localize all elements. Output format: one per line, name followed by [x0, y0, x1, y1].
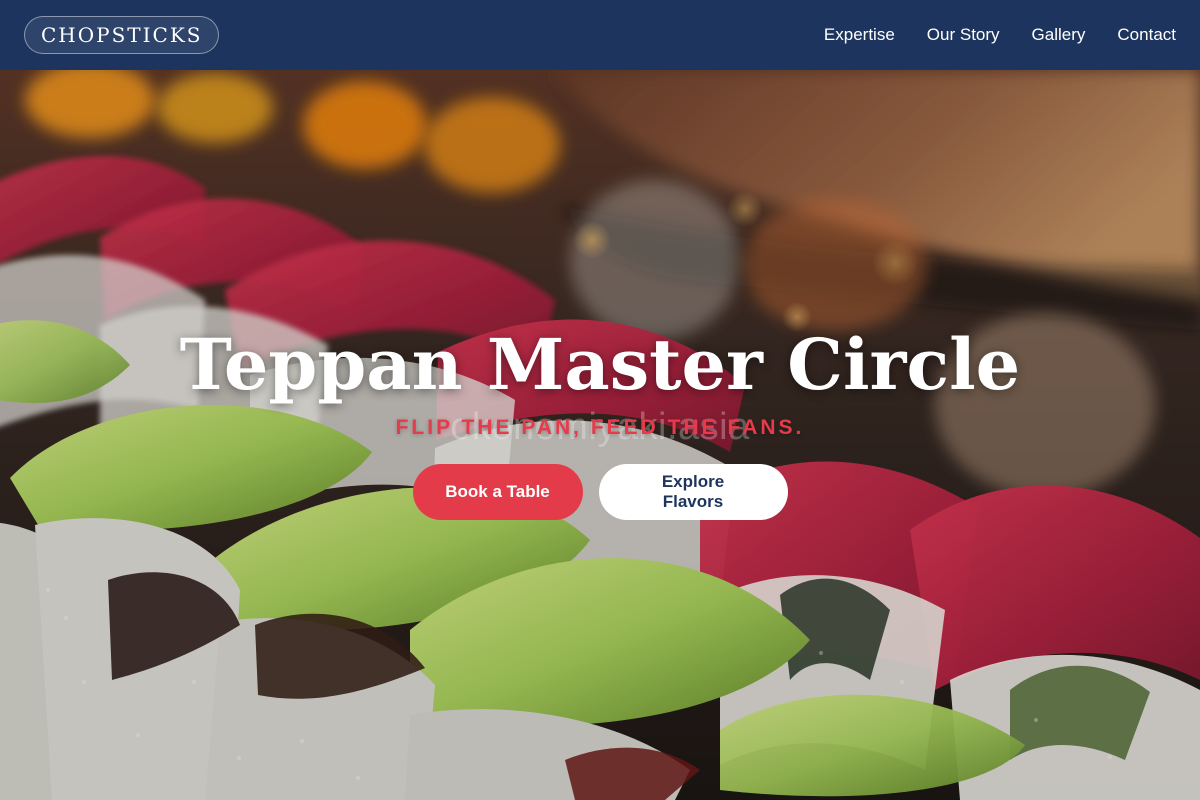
explore-flavors-button[interactable]: Explore Flavors: [598, 464, 788, 520]
hero-content: Teppan Master Circle okonomiyaki.asia FL…: [0, 322, 1200, 520]
hero-tagline-container: okonomiyaki.asia FLIP THE PAN, FEED THE …: [0, 406, 1200, 448]
nav-link-contact[interactable]: Contact: [1117, 25, 1176, 45]
top-navbar: CHOPSTICKS Expertise Our Story Gallery C…: [0, 0, 1200, 70]
nav-link-expertise[interactable]: Expertise: [824, 25, 895, 45]
hero-title: Teppan Master Circle: [179, 323, 1021, 406]
hero-actions: Book a Table Explore Flavors: [0, 464, 1200, 520]
nav-link-our-story[interactable]: Our Story: [927, 25, 1000, 45]
main-navigation: Expertise Our Story Gallery Contact: [824, 25, 1176, 45]
hero-tagline: FLIP THE PAN, FEED THE FANS.: [395, 416, 805, 439]
brand-name: CHOPSTICKS: [41, 23, 203, 47]
brand-logo[interactable]: CHOPSTICKS: [24, 16, 220, 54]
hero-section: Teppan Master Circle okonomiyaki.asia FL…: [0, 70, 1200, 800]
book-table-button[interactable]: Book a Table: [412, 464, 583, 520]
nav-link-gallery[interactable]: Gallery: [1032, 25, 1086, 45]
